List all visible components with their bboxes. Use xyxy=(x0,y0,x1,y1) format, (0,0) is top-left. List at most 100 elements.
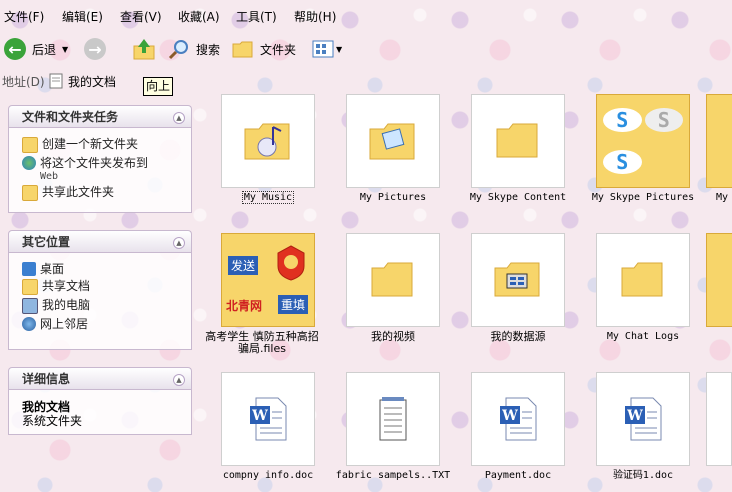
place-network-label: 网上邻居 xyxy=(40,317,89,331)
task-new-folder[interactable]: 创建一个新文件夹 xyxy=(22,137,181,153)
views-icon xyxy=(312,40,334,58)
thumbnail xyxy=(346,372,440,466)
file-item[interactable]: W Payment.doc xyxy=(456,372,580,482)
task-publish-web[interactable]: 将这个文件夹发布到 xyxy=(22,156,181,170)
thumbnail xyxy=(471,233,565,327)
word-doc-icon: W xyxy=(500,397,537,441)
file-view: My Music My Pictures My Skype Content S … xyxy=(200,94,732,492)
refill-badge: 重填 xyxy=(277,295,308,314)
thumbnail: W xyxy=(221,372,315,466)
up-tooltip: 向上 xyxy=(143,77,173,96)
file-item[interactable]: My xyxy=(706,94,732,204)
thumbnail xyxy=(346,233,440,327)
news-badge: 北青网 xyxy=(226,299,263,313)
file-item[interactable]: W 验证码1.doc xyxy=(581,372,705,482)
place-shared-docs[interactable]: 共享文档 xyxy=(22,279,181,295)
svg-text:W: W xyxy=(501,408,518,424)
address-field[interactable]: 我的文档 xyxy=(48,71,116,91)
file-item[interactable]: My Skype Content xyxy=(456,94,580,204)
file-item[interactable]: W compny info.doc xyxy=(206,372,330,482)
file-label: 验证码1.doc xyxy=(612,470,674,481)
file-item[interactable]: My Music xyxy=(206,94,330,204)
file-tasks-title: 文件和文件夹任务 xyxy=(22,110,119,124)
share-folder-icon xyxy=(22,185,38,201)
file-label: fabric sampels..TXT xyxy=(335,470,451,481)
folders-button[interactable]: 文件夹 xyxy=(232,34,296,64)
address-label: 地址(D) xyxy=(2,75,45,89)
folder-up-icon xyxy=(133,39,155,60)
my-documents-icon xyxy=(49,73,63,89)
notepad-icon xyxy=(379,397,407,441)
details-header[interactable]: 详细信息 ▲ xyxy=(8,367,192,389)
task-publish-label: 将这个文件夹发布到 xyxy=(40,156,149,170)
file-tasks-header[interactable]: 文件和文件夹任务 ▲ xyxy=(8,105,192,127)
thumbnail xyxy=(471,94,565,188)
views-button[interactable]: ▼ xyxy=(312,34,342,64)
svg-text:W: W xyxy=(626,408,643,424)
search-label: 搜索 xyxy=(196,42,221,57)
file-item[interactable]: My Chat Logs xyxy=(581,233,705,343)
address-bar: 地址(D) 我的文档 xyxy=(0,68,732,94)
collapse-icon[interactable]: ▲ xyxy=(173,374,185,386)
back-button[interactable]: ← 后退 ▼ xyxy=(4,34,68,64)
address-value: 我的文档 xyxy=(68,74,117,89)
place-desktop[interactable]: 桌面 xyxy=(22,262,181,276)
details-title: 详细信息 xyxy=(22,372,71,386)
task-share-folder[interactable]: 共享此文件夹 xyxy=(22,185,181,201)
file-item[interactable]: 发送 北青网 重填 高考学生 慎防五种高招骗局.files xyxy=(205,233,330,355)
menu-favorites[interactable]: 收藏(A) xyxy=(178,8,220,25)
word-doc-icon: W xyxy=(625,397,662,441)
shared-folder-icon xyxy=(22,279,38,295)
file-label: 高考学生 慎防五种高招骗局.files xyxy=(205,330,319,355)
file-label: My xyxy=(716,192,729,203)
music-folder-icon xyxy=(244,123,290,160)
other-places-header[interactable]: 其它位置 ▲ xyxy=(8,230,192,252)
file-label: My Skype Content xyxy=(469,192,567,203)
file-item[interactable]: 我的数据源 xyxy=(456,233,580,343)
thumbnail xyxy=(221,94,315,188)
menu-file[interactable]: 文件(F) xyxy=(4,8,44,25)
thumbnail: 发送 北青网 重填 xyxy=(221,233,315,327)
network-icon xyxy=(22,317,36,331)
menu-edit[interactable]: 编辑(E) xyxy=(62,8,103,25)
task-publish-suffix: Web xyxy=(40,171,59,182)
file-label: 我的视频 xyxy=(371,330,415,343)
collapse-icon[interactable]: ▲ xyxy=(173,112,185,124)
details-type: 系统文件夹 xyxy=(22,414,83,428)
place-network[interactable]: 网上邻居 xyxy=(22,317,181,331)
menu-tools[interactable]: 工具(T) xyxy=(236,8,277,25)
place-my-computer[interactable]: 我的电脑 xyxy=(22,298,181,314)
file-item[interactable] xyxy=(706,372,732,466)
emblem-icon xyxy=(277,245,305,281)
file-item[interactable]: fabric sampels..TXT xyxy=(331,372,455,482)
file-label: compny info.doc xyxy=(222,470,314,481)
file-item[interactable]: My Pictures xyxy=(331,94,455,204)
details-name: 我的文档 xyxy=(22,400,71,414)
thumbnail xyxy=(596,233,690,327)
toolbar: ← 后退 ▼ → 搜索 文件夹 ▼ xyxy=(0,30,732,68)
file-item[interactable]: S S S My Skype Pictures xyxy=(581,94,705,204)
menu-view[interactable]: 查看(V) xyxy=(120,8,162,25)
chevron-down-icon: ▼ xyxy=(62,44,69,54)
thumbnail: W xyxy=(596,372,690,466)
globe-icon xyxy=(22,156,36,170)
search-button[interactable]: 搜索 xyxy=(168,34,220,64)
word-doc-icon: W xyxy=(250,397,287,441)
skype-icon: S xyxy=(603,149,642,174)
pictures-folder-icon xyxy=(369,123,415,160)
collapse-icon[interactable]: ▲ xyxy=(173,237,185,249)
details-panel: 详细信息 ▲ 我的文档 系统文件夹 xyxy=(8,367,192,435)
desktop-icon xyxy=(22,262,36,276)
forward-button[interactable]: → xyxy=(84,34,106,64)
chevron-down-icon: ▼ xyxy=(336,44,343,54)
up-button[interactable] xyxy=(132,34,156,64)
file-item[interactable]: 我的视频 xyxy=(331,233,455,343)
svg-text:W: W xyxy=(251,408,268,424)
thumbnail: W xyxy=(471,372,565,466)
back-label: 后退 xyxy=(32,42,57,57)
folder-icon xyxy=(371,262,413,297)
menu-help[interactable]: 帮助(H) xyxy=(294,8,336,25)
folder-icon xyxy=(621,262,663,297)
file-item[interactable] xyxy=(706,233,732,327)
other-places-panel: 其它位置 ▲ 桌面 共享文档 我的电脑 网上邻居 xyxy=(8,230,192,350)
